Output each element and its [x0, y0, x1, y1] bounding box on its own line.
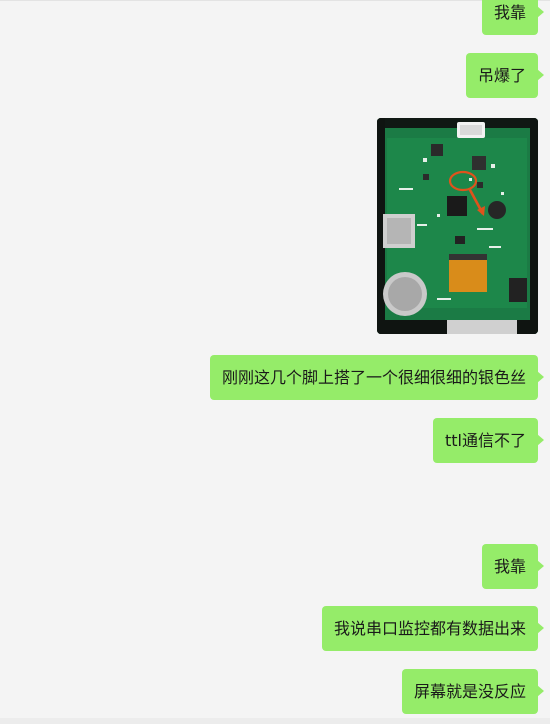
bottom-divider [0, 718, 550, 724]
message-text: 我靠 [493, 3, 526, 22]
message-bubble[interactable]: 刚刚这几个脚上搭了一个很细很细的银色丝 [209, 355, 545, 400]
message-bubble[interactable]: 吊爆了 [465, 53, 545, 98]
top-divider [0, 0, 550, 1]
message-text: 我靠 [493, 557, 526, 576]
message-text: ttl通信不了 [445, 431, 526, 450]
pcb-photo [377, 118, 538, 334]
message-bubble[interactable]: 我说串口监控都有数据出来 [321, 606, 545, 651]
message-bubble[interactable]: ttl通信不了 [433, 418, 544, 463]
message-text: 屏幕就是没反应 [413, 682, 526, 701]
pcb-photo-message[interactable] [377, 118, 538, 334]
message-bubble[interactable]: 屏幕就是没反应 [401, 669, 545, 714]
message-text: 我说串口监控都有数据出来 [333, 619, 526, 638]
message-text: 刚刚这几个脚上搭了一个很细很细的银色丝 [221, 368, 526, 387]
message-bubble[interactable]: 我靠 [481, 0, 545, 35]
message-bubble[interactable]: 我靠 [481, 544, 545, 589]
message-text: 吊爆了 [477, 66, 526, 85]
